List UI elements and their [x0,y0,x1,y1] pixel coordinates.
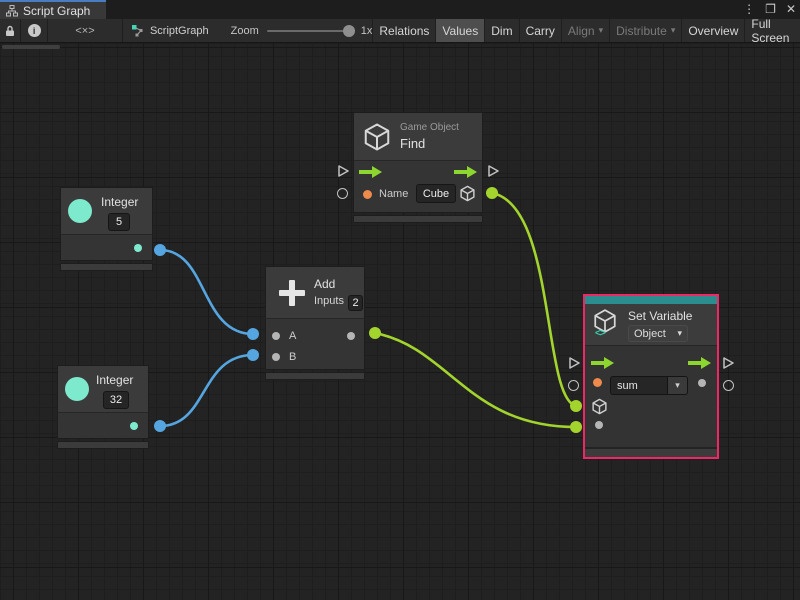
zoom-slider-handle[interactable] [343,25,355,37]
graph-breadcrumb[interactable]: ScriptGraph [131,19,209,42]
node-footer [265,372,365,380]
variable-name-value: sum [610,376,668,395]
values-button[interactable]: Values [435,19,484,42]
node-footer [60,263,153,271]
canvas-corner-strip [2,45,60,49]
lock-button[interactable] [0,19,21,42]
flow-in-connector-icon[interactable] [568,357,580,369]
flow-out-connector-icon[interactable] [722,357,734,369]
integer-value-field[interactable]: 32 [103,391,129,409]
zoom-slider[interactable] [267,30,353,32]
relations-button[interactable]: Relations [372,19,435,42]
node-category: Game Object [400,122,459,133]
variable-port-icon[interactable] [593,378,602,387]
port-b-label: B [289,351,296,363]
value-out-port-icon[interactable] [698,379,706,387]
chevron-down-icon: ▾ [599,25,604,36]
node-integer-32[interactable]: Integer 32 [57,365,149,449]
output-port-icon[interactable] [347,332,355,340]
tab-script-graph[interactable]: Script Graph [0,0,106,19]
info-button[interactable]: i [21,19,48,42]
zoom-label: Zoom [231,25,259,37]
node-integer-5[interactable]: Integer 5 [60,187,153,271]
code-icon: <×> [75,25,94,37]
variable-kind-bar [585,296,717,304]
inputs-count-field[interactable]: 2 [348,295,363,311]
object-input-port-icon[interactable] [591,398,608,415]
chevron-down-icon: ▾ [668,376,688,395]
node-title: Integer [101,195,138,209]
name-label: Name [379,188,408,200]
variable-scope-dropdown[interactable]: Object ▾ [628,325,688,342]
input-port-b-icon[interactable] [272,353,280,361]
name-port-icon[interactable] [363,190,372,199]
input-port-a-icon[interactable] [272,332,280,340]
chevron-down-icon: ▾ [677,328,682,339]
name-value-field[interactable]: Cube [416,184,456,203]
value-in-connector-icon[interactable] [337,188,348,199]
node-footer [353,215,483,223]
flow-out-connector-icon[interactable] [487,165,499,177]
node-footer [57,441,149,449]
graph-name: ScriptGraph [150,25,209,37]
integer-value-icon [68,199,92,223]
lock-icon [4,25,16,37]
flow-out-arrow-icon[interactable] [454,166,477,178]
value-out-connector-icon[interactable] [723,380,734,391]
value-in-connector-icon[interactable] [568,380,579,391]
value-input-port-icon[interactable] [595,421,603,429]
distribute-button[interactable]: Distribute ▾ [609,19,681,42]
node-title: Find [400,136,425,151]
carry-button[interactable]: Carry [519,19,561,42]
info-icon: i [28,24,41,37]
flow-in-arrow-icon[interactable] [591,357,614,369]
output-port-icon[interactable] [130,422,138,430]
node-footer [585,449,717,457]
variable-code-icon: <> [595,328,605,339]
dim-button[interactable]: Dim [484,19,518,42]
flow-in-connector-icon[interactable] [337,165,349,177]
code-view-button[interactable]: <×> [48,19,123,42]
zoom-value: 1x [361,25,373,37]
output-port-icon[interactable] [134,244,142,252]
align-button[interactable]: Align ▾ [561,19,609,42]
variable-name-dropdown[interactable]: sum ▾ [610,376,688,395]
gameobject-output-port-icon[interactable] [459,185,476,202]
node-add[interactable]: Add Inputs 2 A B [265,266,365,380]
full-screen-button[interactable]: Full Screen [744,19,800,42]
overview-button[interactable]: Overview [681,19,744,42]
node-title: Set Variable [628,309,692,323]
node-title: Integer [96,373,133,387]
flow-in-arrow-icon[interactable] [359,166,382,178]
add-plus-icon [279,280,305,306]
gameobject-cube-icon [362,122,392,152]
tab-title: Script Graph [23,4,90,18]
graph-hierarchy-icon [6,5,18,17]
node-gameobject-find[interactable]: Game Object Find Name Cube [353,112,483,223]
chevron-down-icon: ▾ [671,25,676,36]
scope-value: Object [634,328,666,340]
integer-value-icon [65,377,89,401]
integer-value-field[interactable]: 5 [108,213,130,231]
script-graph-icon [131,24,144,37]
inputs-label: Inputs [314,295,344,307]
node-title: Add [314,277,335,291]
toolbar: i <×> ScriptGraph Zoom 1x Relations Valu… [0,19,800,43]
flow-out-arrow-icon[interactable] [688,357,711,369]
node-set-variable[interactable]: <> Set Variable Object ▾ sum ▾ [583,294,719,459]
titlebar: Script Graph ⋮ ❐ ✕ [0,0,800,19]
port-a-label: A [289,330,296,342]
